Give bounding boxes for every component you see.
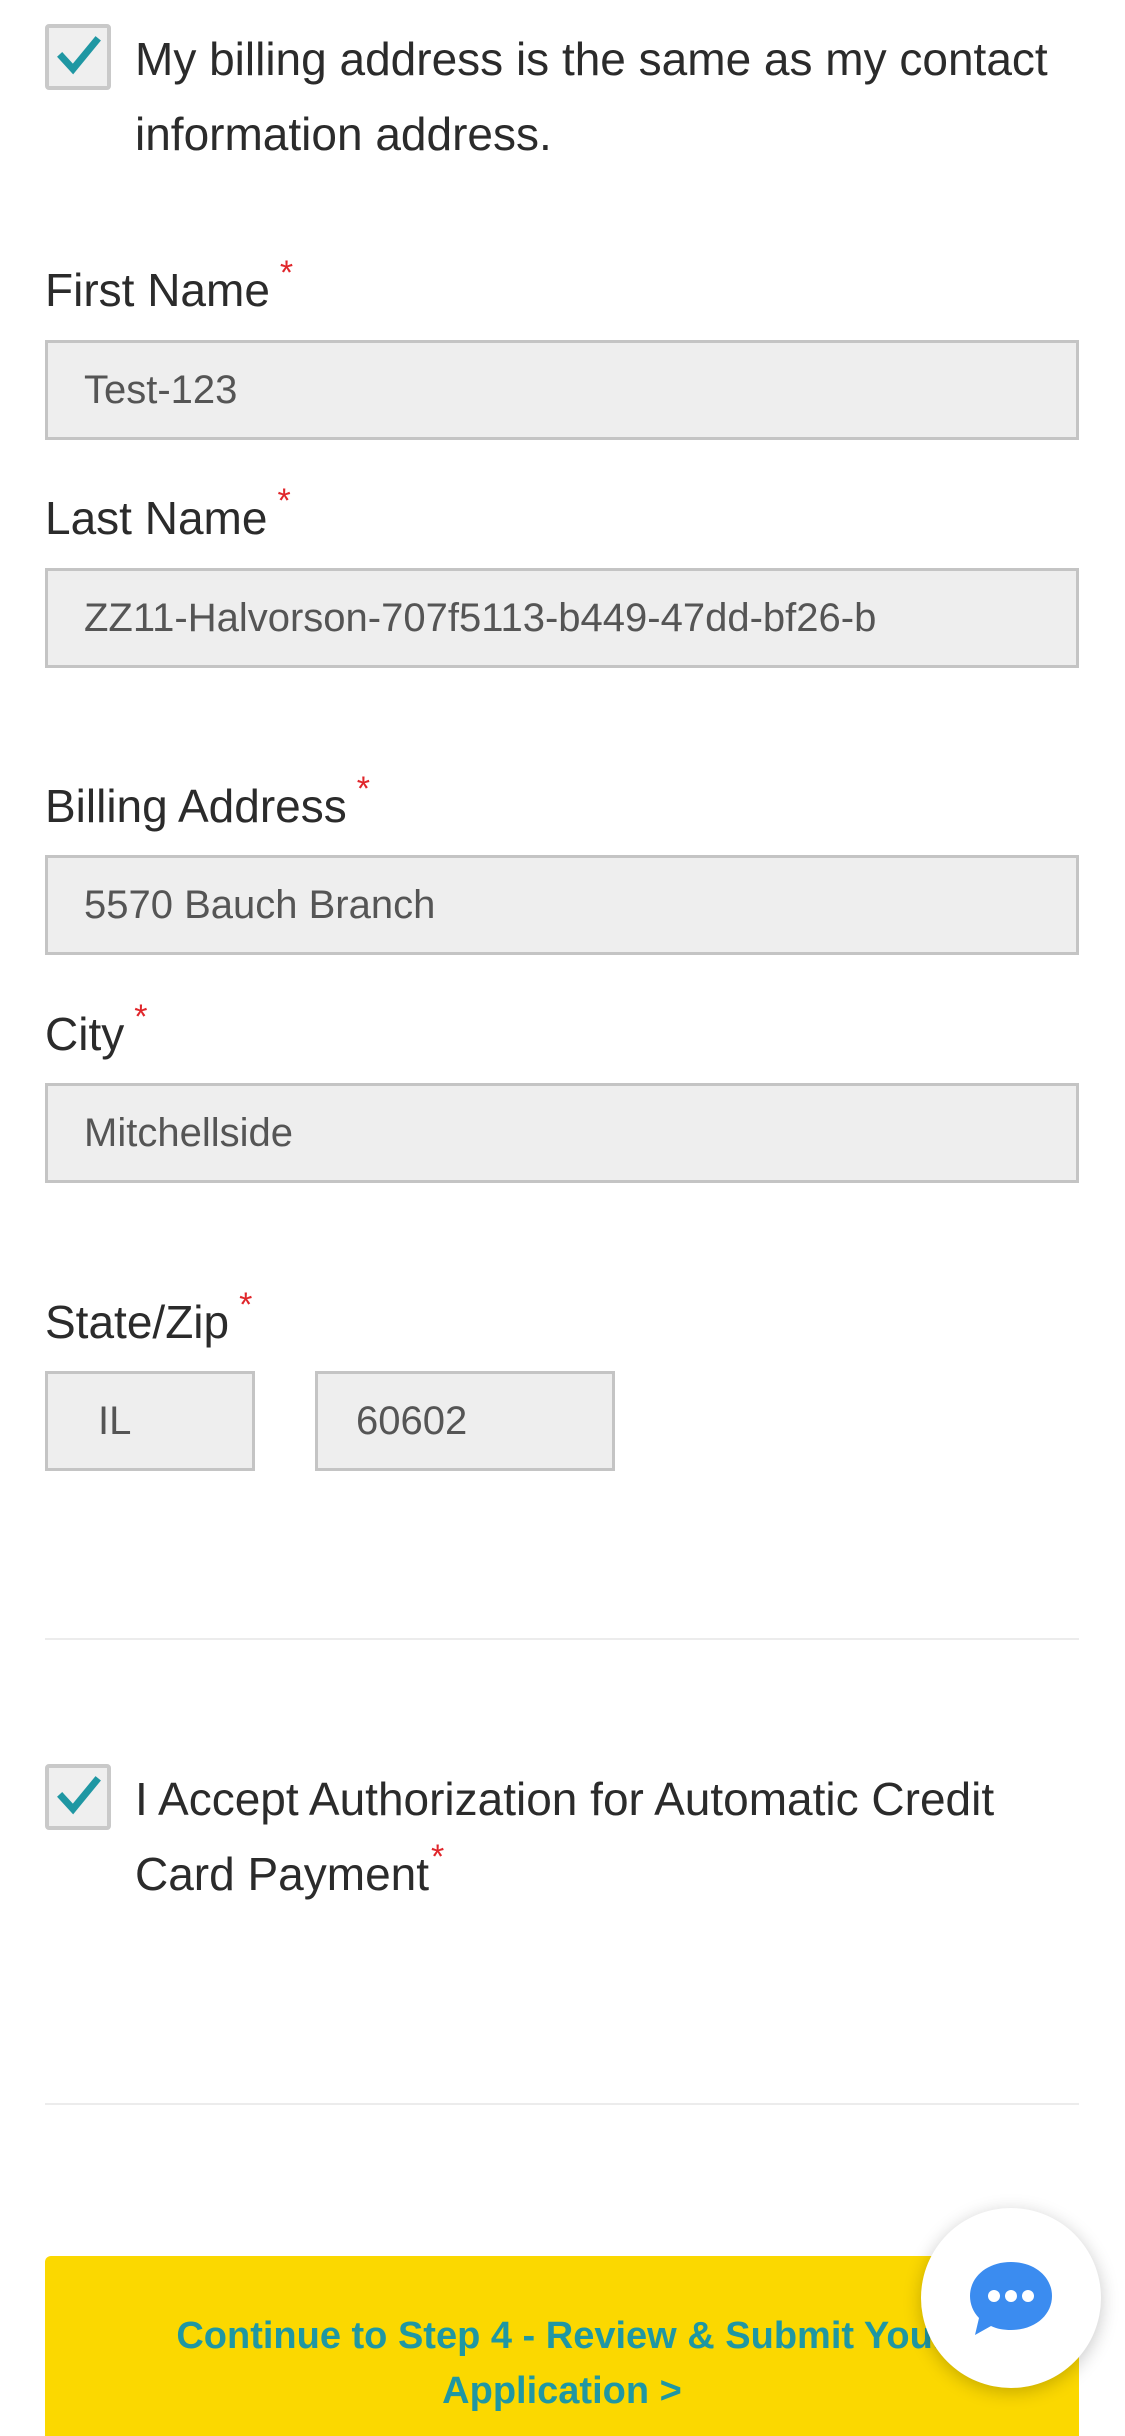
last-name-input[interactable] — [45, 568, 1079, 668]
authorization-label: I Accept Authorization for Automatic Cre… — [135, 1773, 995, 1900]
billing-address-input[interactable] — [45, 855, 1079, 955]
required-marker: * — [239, 1286, 253, 1324]
zip-input[interactable] — [315, 1371, 615, 1471]
authorization-checkbox[interactable] — [45, 1764, 111, 1830]
billing-address-label: Billing Address * — [45, 770, 370, 832]
state-input[interactable] — [45, 1371, 255, 1471]
billing-same-checkbox[interactable] — [45, 24, 111, 90]
section-divider — [45, 1638, 1079, 1640]
chat-bubble-icon — [970, 2262, 1052, 2335]
required-marker: * — [277, 482, 291, 520]
required-marker: * — [356, 770, 370, 808]
first-name-label: First Name * — [45, 254, 294, 316]
checkmark-icon — [57, 36, 101, 75]
first-name-input[interactable] — [45, 340, 1079, 440]
chat-button[interactable] — [921, 2208, 1101, 2388]
last-name-label: Last Name * — [45, 482, 291, 544]
required-marker: * — [134, 998, 148, 1036]
section-divider — [45, 2103, 1079, 2105]
billing-same-label: My billing address is the same as my con… — [135, 33, 1048, 160]
required-marker: * — [431, 1838, 445, 1876]
city-label: City * — [45, 998, 148, 1060]
required-marker: * — [279, 254, 294, 292]
state-zip-label: State/Zip * — [45, 1286, 253, 1348]
checkmark-icon — [57, 1776, 101, 1815]
city-input[interactable] — [45, 1083, 1079, 1183]
